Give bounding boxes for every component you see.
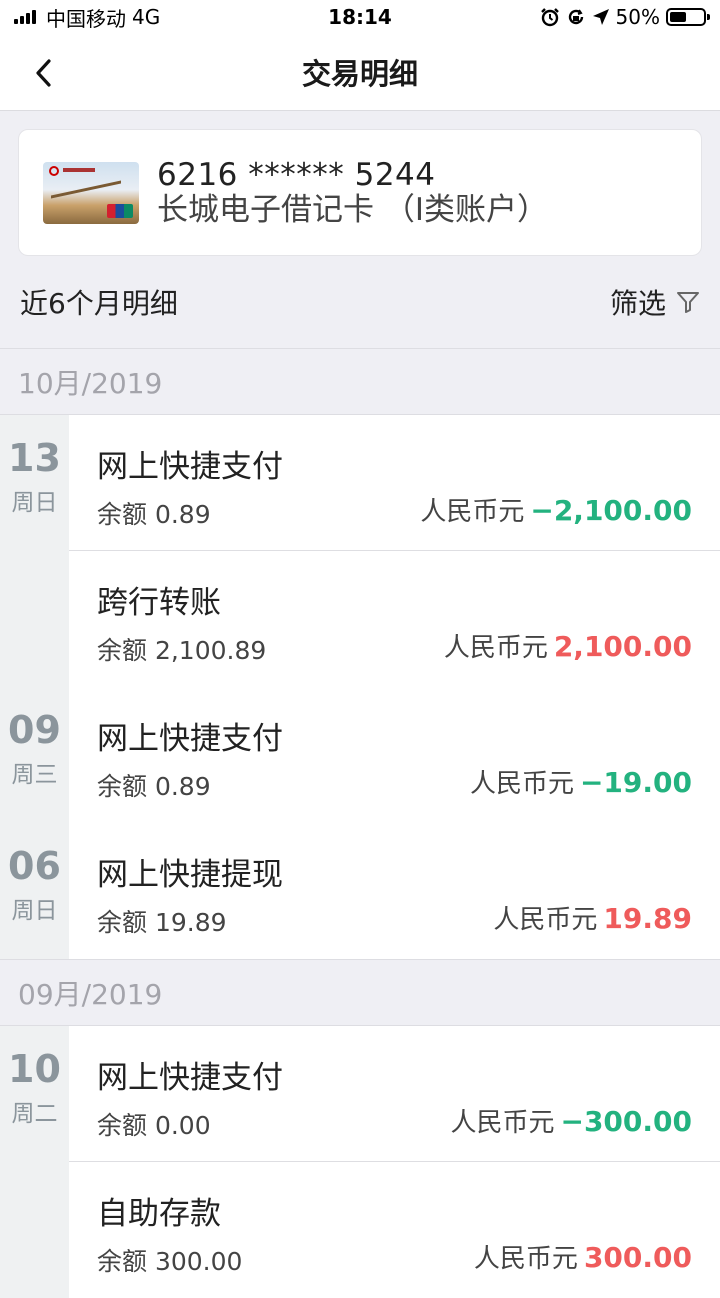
status-left: 中国移动 4G [14,3,160,32]
transaction-row[interactable]: 09 周三 网上快捷支付余额 0.89 人民币元 −19.00 [8,687,720,823]
amount-value: 2,100.00 [553,630,692,663]
list-header: 近6个月明细 筛选 [0,256,720,348]
chevron-left-icon [36,59,51,87]
back-button[interactable] [26,56,60,90]
transaction-amount: 人民币元 2,100.00 [444,627,692,664]
currency-label: 人民币元 [473,1244,578,1274]
carrier-label: 中国移动 [46,6,126,31]
transaction-row[interactable]: 跨行转账余额 2,100.89 人民币元 2,100.00 [69,551,720,687]
transaction-title: 跨行转账 [97,585,221,621]
transaction-balance: 余额 0.89 [97,772,211,801]
signal-icon [14,10,36,24]
transaction-amount: 人民币元 300.00 [474,1238,692,1275]
transaction-row[interactable]: 10 周二 网上快捷支付余额 0.00 人民币元 −300.00 [8,1026,720,1162]
day-number: 06 [8,844,61,888]
status-bar: 中国移动 4G 18:14 50% [0,0,720,34]
card-number: 6216 ****** 5244 [157,157,436,194]
weekday: 周日 [11,897,58,924]
filter-label: 筛选 [609,287,666,320]
transaction-balance: 余额 300.00 [97,1247,243,1276]
status-right: 50% [540,5,710,29]
transaction-amount: 人民币元 −300.00 [450,1102,692,1139]
month-header: 10月/2019 [0,348,720,415]
amount-value: 19.89 [603,902,692,935]
battery-percent: 50% [615,5,660,29]
location-arrow-icon [592,9,609,25]
transaction-title: 网上快捷支付 [97,1060,283,1096]
transaction-list: 10月/2019 13 周日 网上快捷支付 余额 0.89 人民币元 −2,100.00 跨行… [0,348,720,1298]
transaction-amount: 人民币元 19.89 [493,899,692,936]
day-transactions: 09 周三 网上快捷支付余额 0.89 人民币元 −19.00 [8,687,720,823]
date-badge: 10 周二 [0,1047,69,1128]
list-title: 近6个月明细 [20,287,178,320]
currency-label: 人民币元 [450,1108,555,1138]
currency-label: 人民币元 [420,497,525,527]
day-number: 09 [8,708,61,752]
amount-value: −19.00 [579,766,692,799]
transaction-balance: 余额 19.89 [97,908,227,937]
transaction-row[interactable]: 13 周日 网上快捷支付余额 0.89 人民币元 −2,100.00 [8,415,720,551]
currency-label: 人民币元 [493,905,598,935]
day-number: 13 [8,436,61,480]
transaction-balance: 余额 0.00 [97,1111,211,1140]
alarm-icon [540,8,559,27]
day-group: 10 周二 网上快捷支付 余额 0.00 人民币元 −300.00 自助存款 余额 300.0… [0,1026,720,1298]
transaction-row[interactable]: 自助存款余额 300.00 人民币元 300.00 [69,1162,720,1298]
date-badge: 06 周日 [0,844,69,925]
day-transactions: 06 周日 网上快捷提现余额 19.89 人民币元 19.89 [8,823,720,959]
transaction-balance: 余额 2,100.89 [97,636,267,665]
card-name: 长城电子借记卡 （I类账户） [157,191,548,228]
transaction-title: 自助存款 [97,1196,221,1232]
amount-value: −300.00 [560,1105,692,1138]
currency-label: 人民币元 [469,769,574,799]
funnel-icon [677,292,699,313]
transaction-title: 网上快捷支付 [97,721,283,757]
card-info: 6216 ****** 5244 长城电子借记卡 （I类账户） [157,158,548,226]
month-header: 09月/2019 [0,959,720,1026]
rotation-lock-icon [568,9,583,25]
transaction-title: 网上快捷支付 [97,449,283,485]
transaction-amount: 人民币元 −2,100.00 [420,491,692,528]
date-badge: 09 周三 [0,708,69,789]
battery-icon [666,8,710,26]
transaction-title: 网上快捷提现 [97,857,283,893]
network-label: 4G [132,5,161,29]
transaction-row[interactable]: 06 周日 网上快捷提现余额 19.89 人民币元 19.89 [8,823,720,959]
card-image [43,161,139,224]
weekday: 周三 [11,761,58,788]
date-badge: 13 周日 [0,436,69,517]
currency-label: 人民币元 [443,633,548,663]
day-group: 13 周日 网上快捷支付 余额 0.89 人民币元 −2,100.00 跨行转账 余额 2,1… [0,415,720,687]
day-transactions: 10 周二 网上快捷支付 余额 0.00 人民币元 −300.00 自助存款 余额 300.0… [8,1026,720,1298]
amount-value: 300.00 [583,1241,692,1274]
day-group: 06 周日 网上快捷提现余额 19.89 人民币元 19.89 [0,823,720,959]
account-card[interactable]: 6216 ****** 5244 长城电子借记卡 （I类账户） [18,129,702,256]
transaction-amount: 人民币元 −19.00 [470,763,692,800]
amount-value: −2,100.00 [530,494,692,527]
day-number: 10 [8,1047,61,1091]
weekday: 周日 [11,489,58,516]
day-group: 09 周三 网上快捷支付余额 0.89 人民币元 −19.00 [0,687,720,823]
day-transactions: 13 周日 网上快捷支付 余额 0.89 人民币元 −2,100.00 跨行转账 余额 2,1… [8,415,720,687]
transaction-balance: 余额 0.89 [97,500,211,529]
page-title: 交易明细 [301,57,418,91]
navigation-bar: 交易明细 [0,34,720,111]
weekday: 周二 [11,1100,58,1127]
filter-button[interactable]: 筛选 [610,282,700,322]
